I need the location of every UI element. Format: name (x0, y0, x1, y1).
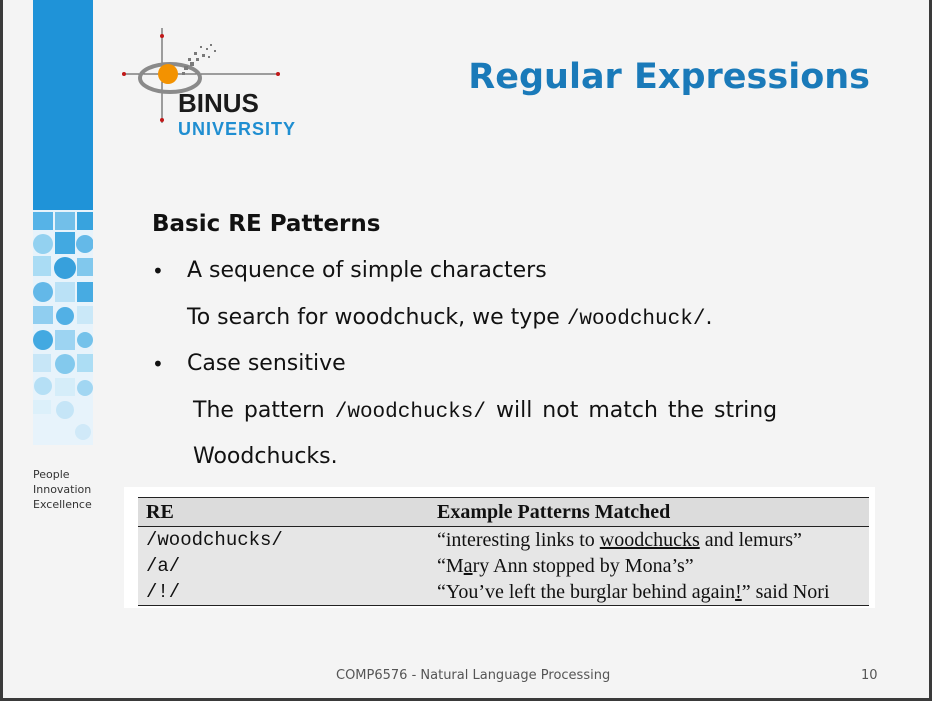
example-text: “M (437, 555, 464, 577)
tagline-line: Excellence (33, 498, 92, 511)
section-heading: Basic RE Patterns (152, 211, 381, 237)
tagline-line: Innovation (33, 483, 92, 496)
bullet-text: A sequence of simple characters (187, 258, 547, 283)
re-cell: /woodchucks/ (138, 526, 429, 553)
regex-example-table: RE Example Patterns Matched /woodchucks/… (124, 487, 875, 608)
re-cell: /!/ (138, 579, 429, 606)
regex-code: /woodchucks/ (334, 401, 486, 424)
bullet-detail: To search for woodchuck, we type /woodch… (187, 303, 712, 335)
detail-text: To search for woodchuck, we type (187, 305, 567, 330)
slide: BINUS UNIVERSITY Regular Expressions Peo… (0, 0, 932, 701)
column-header-re: RE (138, 497, 429, 527)
bullet-dot-icon: • (152, 259, 164, 283)
footer-course-title: COMP6576 - Natural Language Processing (336, 668, 611, 683)
tagline: People Innovation Excellence (33, 467, 92, 512)
detail-text: . (705, 305, 713, 330)
bullet-dot-icon: • (152, 352, 164, 376)
matched-text: a (463, 555, 473, 577)
table-row: /woodchucks/ “interesting links to woodc… (138, 526, 869, 553)
example-text: and lemurs” (699, 529, 802, 551)
example-text: ” said Nori (741, 581, 830, 603)
matched-text: woodchucks (599, 529, 700, 551)
example-text: “You’ve left the burglar behind again (437, 581, 736, 603)
tagline-line: People (33, 468, 70, 481)
table-row: /a/ “Mary Ann stopped by Mona’s” (138, 553, 869, 579)
matched-text: ! (735, 581, 742, 603)
page-number: 10 (861, 668, 878, 683)
table-header-row: RE Example Patterns Matched (138, 497, 869, 527)
example-cell: “interesting links to woodchucks and lem… (429, 526, 869, 553)
detail-text: will not match the string (485, 398, 778, 423)
bullet-detail-continued: Woodchucks. (193, 444, 338, 469)
example-text: “interesting links to (437, 529, 600, 551)
table: RE Example Patterns Matched /woodchucks/… (138, 497, 869, 606)
logo-wordmark-university: UNIVERSITY (178, 119, 297, 139)
bullet-detail: The pattern /woodchucks/ will not match … (193, 396, 777, 428)
example-cell: “You’ve left the burglar behind again!” … (429, 579, 869, 606)
window-border-left (0, 0, 3, 701)
slide-title: Regular Expressions (468, 57, 870, 97)
table-row: /!/ “You’ve left the burglar behind agai… (138, 579, 869, 606)
bullet-text: Case sensitive (187, 351, 346, 376)
example-cell: “Mary Ann stopped by Mona’s” (429, 553, 869, 579)
example-text: ry Ann stopped by Mona’s” (472, 555, 694, 577)
decorative-blue-stripe (33, 0, 93, 445)
regex-code: /woodchuck/ (566, 308, 706, 331)
table-bottom-rule (138, 605, 228, 606)
detail-text: The pattern (193, 398, 335, 423)
re-cell: /a/ (138, 553, 429, 579)
logo-wordmark-binus: BINUS (178, 88, 259, 118)
column-header-examples: Example Patterns Matched (429, 497, 869, 527)
